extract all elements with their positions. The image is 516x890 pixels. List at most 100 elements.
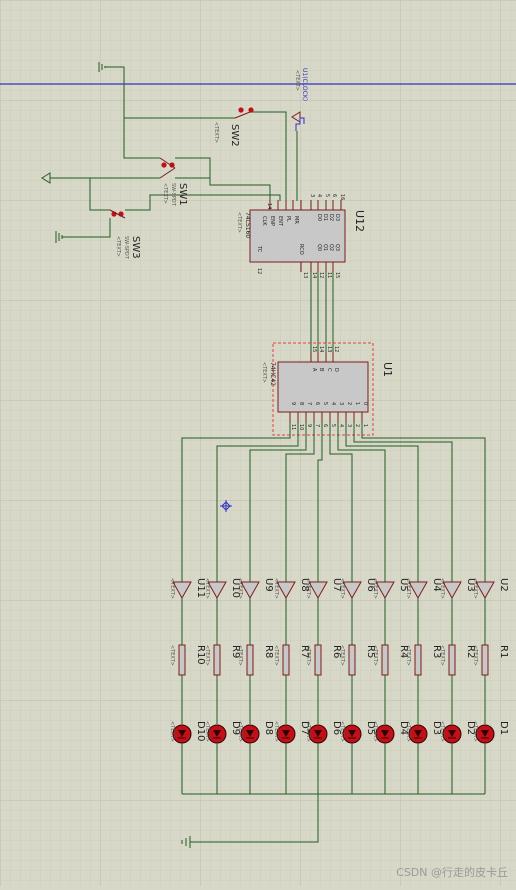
schematic-svg: SW2 <TEXT> SW1 SW-SPDT <TEXT> SW3 SW-SPD…	[0, 0, 516, 886]
u12-pin-pl: PL	[285, 216, 291, 222]
resistor-r7	[282, 644, 290, 676]
resistor-text: <TEXT>	[169, 645, 175, 666]
resistor-r9	[213, 644, 221, 676]
u12-pin-q1: Q1	[322, 244, 328, 251]
u12-pin-clk: CLK	[261, 216, 267, 226]
u1-out-4: 4	[330, 402, 336, 405]
clock-sub: <TEXT>	[294, 70, 300, 91]
resistor-text: <TEXT>	[204, 645, 210, 666]
u12-pin-d3: D3	[334, 214, 340, 221]
watermark: CSDN @行走的皮卡丘	[396, 866, 508, 879]
led-text: <TEXT>	[273, 721, 279, 742]
led-text: <TEXT>	[169, 721, 175, 742]
u12-num-q2: 11	[326, 272, 332, 278]
resistor-text: <TEXT>	[237, 645, 243, 666]
u1-num-13: 13	[326, 346, 332, 352]
u1-onum-5: 5	[330, 424, 336, 427]
u1-pin-a: A	[311, 368, 317, 372]
buffer-text: <TEXT>	[237, 578, 243, 599]
u1-pin-c: C	[326, 368, 332, 372]
u1-onum-7: 7	[314, 424, 320, 427]
resistor-r10	[178, 644, 186, 676]
resistor-text: <TEXT>	[405, 645, 411, 666]
resistor-r8	[246, 644, 254, 676]
led-text: <TEXT>	[405, 721, 411, 742]
resistor-text: <TEXT>	[273, 645, 279, 666]
resistor-r4	[381, 644, 389, 676]
schematic-canvas: SW2 <TEXT> SW1 SW-SPDT <TEXT> SW3 SW-SPD…	[0, 0, 516, 886]
u1-onum-11: 11	[290, 424, 296, 430]
u12-pin-enp: ENP	[269, 216, 275, 226]
u1-out-2: 2	[346, 402, 352, 405]
u12-num-5: 5	[324, 194, 330, 197]
u1-out-9: 9	[290, 402, 296, 405]
u1-num-15: 15	[311, 346, 317, 352]
u1-text: <TEXT>	[261, 362, 267, 383]
sw3-text: <TEXT>	[115, 236, 121, 257]
resistor-r5	[348, 644, 356, 676]
u1-part: 74HC42	[269, 362, 276, 386]
u1-onum-9: 9	[306, 424, 312, 427]
u12-pin-q2: Q2	[328, 244, 334, 251]
led-text: <TEXT>	[237, 721, 243, 742]
buffer-text: <TEXT>	[204, 578, 210, 599]
u1-onum-3: 3	[346, 424, 352, 427]
u1-out-1: 1	[354, 402, 360, 405]
u1-out-7: 7	[306, 402, 312, 405]
u12-text: <TEXT>	[236, 212, 242, 233]
u12-num-q0: 14	[311, 272, 317, 278]
led-text: <TEXT>	[439, 721, 445, 742]
u12-pin-d2: D2	[328, 214, 334, 221]
resistor-r2	[448, 644, 456, 676]
buffer-text: <TEXT>	[305, 578, 311, 599]
u12-num-13: 13	[302, 272, 308, 278]
buffer-label: U9	[263, 578, 274, 592]
u12-chip[interactable]	[249, 200, 346, 272]
u12-num-3: 3	[309, 194, 315, 197]
u1-out-8: 8	[298, 402, 304, 405]
led-text: <TEXT>	[204, 721, 210, 742]
u1-out-3: 3	[338, 402, 344, 405]
u12-pin-d1: D1	[322, 214, 328, 221]
buffer-text: <TEXT>	[439, 578, 445, 599]
sw1-ref: SW1	[177, 183, 188, 206]
resistor-label: R8	[263, 645, 274, 658]
resistor-r3	[414, 644, 422, 676]
resistor-text: <TEXT>	[439, 645, 445, 666]
u1-onum-1: 1	[362, 424, 368, 427]
u1-pin-d: D	[333, 368, 339, 372]
buffer-text: <TEXT>	[472, 578, 478, 599]
u12-num-4: 4	[316, 194, 322, 197]
led-label: D1	[498, 721, 509, 735]
resistor-r1	[481, 644, 489, 676]
resistor-text: <TEXT>	[339, 645, 345, 666]
u1-onum-4: 4	[338, 424, 344, 427]
u12-pin-d0: D0	[316, 214, 322, 221]
resistor-r6	[314, 644, 322, 676]
led-label: D8	[263, 721, 274, 735]
u1-pin-b: B	[318, 368, 324, 372]
u1-onum-6: 6	[322, 424, 328, 427]
led-text: <TEXT>	[472, 721, 478, 742]
led-text: <TEXT>	[339, 721, 345, 742]
grid-background	[0, 0, 516, 886]
u1-num-14: 14	[318, 346, 324, 352]
led-text: <TEXT>	[372, 721, 378, 742]
u12-pin-mr: MR	[293, 216, 299, 224]
u12-num-q1: 12	[318, 272, 324, 278]
u1-out-0: 0	[362, 402, 368, 405]
clock-label: U1(CLOCK)	[301, 68, 308, 101]
u12-pin-q3: Q3	[334, 244, 340, 251]
buffer-label: U2	[498, 578, 509, 592]
buffer-text: <TEXT>	[405, 578, 411, 599]
resistor-text: <TEXT>	[305, 645, 311, 666]
u12-num-16: 16	[339, 194, 345, 200]
resistor-text: <TEXT>	[472, 645, 478, 666]
u12-num-bottom-right: 12	[256, 268, 262, 274]
sw3-sub: SW-SPDT	[123, 236, 129, 260]
u12-pin-rco: RCO	[298, 244, 304, 255]
buffer-text: <TEXT>	[273, 578, 279, 599]
resistor-text: <TEXT>	[372, 645, 378, 666]
buffer-text: <TEXT>	[339, 578, 345, 599]
buffer-text: <TEXT>	[169, 578, 175, 599]
